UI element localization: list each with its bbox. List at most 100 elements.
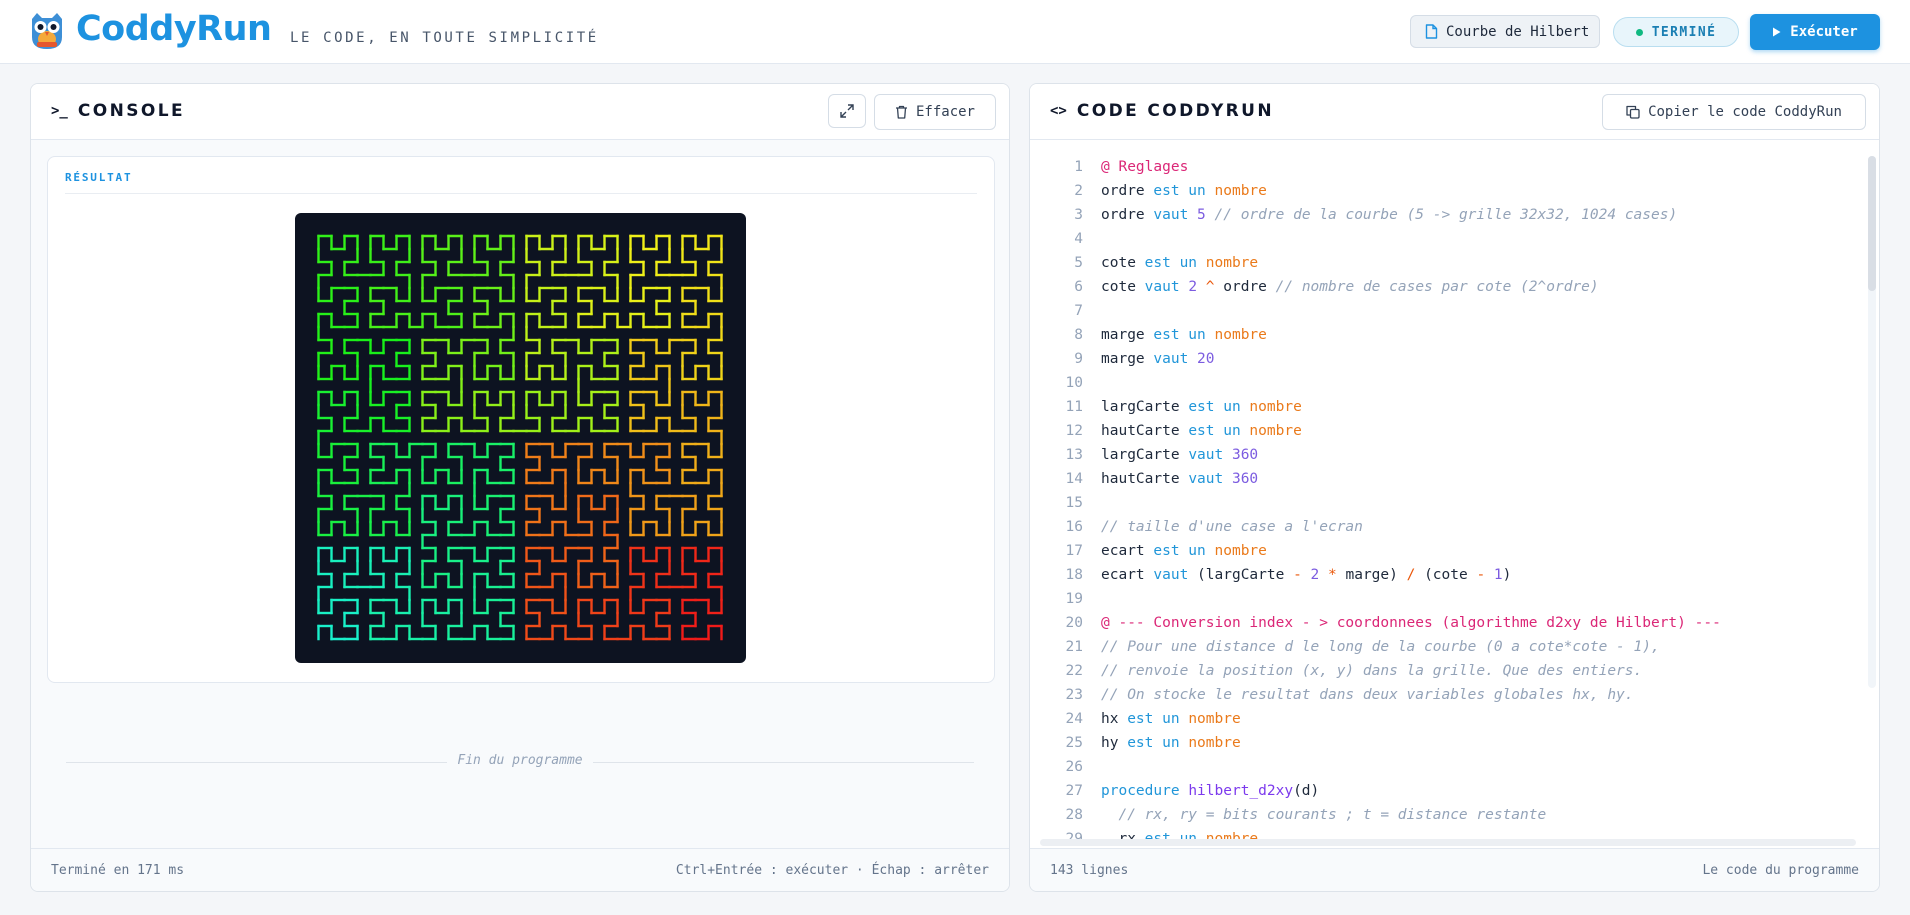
code-horizontal-scrollbar[interactable]	[1040, 839, 1856, 846]
code-token: (largCarte	[1197, 567, 1294, 583]
code-token: vaut	[1153, 207, 1198, 223]
line-text: // taille d'une case a l'ecran	[1101, 515, 1363, 539]
code-token: @ Reglages	[1101, 159, 1189, 175]
code-footer-caption: Le code du programme	[1702, 863, 1859, 878]
line-number: 7	[1074, 303, 1083, 319]
code-token: nombre	[1188, 735, 1241, 751]
result-label: RÉSULTAT	[65, 171, 133, 184]
line-number: 9	[1074, 351, 1083, 367]
line-number: 10	[1065, 375, 1083, 391]
code-token: vaut	[1153, 567, 1198, 583]
terminal-icon: >_	[51, 103, 68, 119]
code-line: 17 ecart est un nombre	[1030, 539, 1879, 563]
run-button[interactable]: Exécuter	[1750, 14, 1880, 50]
code-scroll-thumb[interactable]	[1868, 156, 1876, 291]
code-token: vaut	[1144, 279, 1189, 295]
line-number: 22	[1065, 663, 1083, 679]
line-text: ordre est un nombre	[1101, 179, 1267, 203]
current-file-chip[interactable]: Courbe de Hilbert	[1410, 15, 1600, 48]
execution-time: Terminé en 171 ms	[51, 863, 185, 878]
play-icon	[1773, 27, 1781, 37]
code-line: 27 procedure hilbert_d2xy(d)	[1030, 779, 1879, 803]
code-line: 11 largCarte est un nombre	[1030, 395, 1879, 419]
code-token: // ordre de la courbe (5 -> grille 32x32…	[1214, 207, 1678, 223]
line-number: 2	[1074, 183, 1083, 199]
line-text: hautCarte vaut 360	[1101, 467, 1258, 491]
code-token: est un	[1188, 423, 1250, 439]
line-text: // renvoie la position (x, y) dans la gr…	[1101, 659, 1642, 683]
clear-console-button[interactable]: Effacer	[874, 94, 996, 130]
expand-icon	[840, 104, 854, 118]
line-number: 24	[1065, 711, 1083, 727]
code-line: 22 // renvoie la position (x, y) dans la …	[1030, 659, 1879, 683]
line-number: 19	[1065, 591, 1083, 607]
code-token: // taille d'une case a l'ecran	[1101, 519, 1363, 535]
code-token: cote	[1101, 255, 1145, 271]
code-line: 10	[1030, 371, 1879, 395]
line-text: procedure hilbert_d2xy(d)	[1101, 779, 1319, 803]
line-text: hx est un nombre	[1101, 707, 1241, 731]
keyboard-shortcuts-hint: Ctrl+Entrée : exécuter · Échap : arrêter	[675, 863, 989, 878]
code-token: 2	[1310, 567, 1329, 583]
clear-button-label: Effacer	[915, 104, 975, 120]
code-line: 25 hy est un nombre	[1030, 731, 1879, 755]
code-token: 5	[1197, 207, 1215, 223]
code-token: (d)	[1293, 783, 1320, 799]
line-number: 3	[1074, 207, 1083, 223]
line-number: 13	[1065, 447, 1083, 463]
line-number: 25	[1065, 735, 1083, 751]
code-line: 16 // taille d'une case a l'ecran	[1030, 515, 1879, 539]
code-token: ordre	[1223, 279, 1276, 295]
hilbert-curve-drawing	[317, 234, 723, 641]
code-token: vaut	[1188, 447, 1232, 463]
line-number: 16	[1065, 519, 1083, 535]
console-title-group: >_ CONSOLE	[51, 101, 185, 121]
copy-code-button[interactable]: Copier le code CoddyRun	[1602, 94, 1866, 130]
code-token: marge)	[1345, 567, 1407, 583]
line-count: 143 lignes	[1050, 863, 1129, 878]
line-number: 5	[1074, 255, 1083, 271]
code-token: est un	[1153, 183, 1215, 199]
code-line: 21 // Pour une distance d le long de la c…	[1030, 635, 1879, 659]
code-token: marge	[1101, 351, 1154, 367]
code-token: 20	[1197, 351, 1215, 367]
code-vertical-scrollbar[interactable]	[1868, 156, 1876, 688]
code-token: est un	[1127, 711, 1189, 727]
code-line: 14 hautCarte vaut 360	[1030, 467, 1879, 491]
code-brackets-icon: <>	[1050, 103, 1067, 119]
code-token: vaut	[1153, 351, 1198, 367]
line-number: 4	[1074, 231, 1083, 247]
code-editor[interactable]: 1 @ Reglages 2 ordre est un nombre 3 ordre va…	[1030, 140, 1879, 848]
expand-console-button[interactable]	[828, 94, 866, 128]
code-title-group: <> CODE CODDYRUN	[1050, 101, 1274, 121]
code-token: // On stocke le resultat dans deux varia…	[1101, 687, 1634, 703]
code-token: largCarte	[1101, 447, 1189, 463]
code-token: est un	[1188, 399, 1250, 415]
line-text: // On stocke le resultat dans deux varia…	[1101, 683, 1634, 707]
code-title: CODE CODDYRUN	[1076, 101, 1274, 121]
code-footer: 143 lignes Le code du programme	[1030, 848, 1879, 891]
code-token: est un	[1153, 543, 1215, 559]
current-file-name: Courbe de Hilbert	[1446, 23, 1590, 40]
line-text: // Pour une distance d le long de la cou…	[1101, 635, 1660, 659]
code-token: nombre	[1214, 543, 1267, 559]
line-number: 14	[1065, 471, 1083, 487]
line-text: hy est un nombre	[1101, 731, 1241, 755]
code-token: // nombre de cases par cote (2^ordre)	[1275, 279, 1599, 295]
code-header: <> CODE CODDYRUN Copier le code CoddyRun	[1030, 84, 1879, 140]
code-token: ^	[1205, 279, 1224, 295]
result-divider	[65, 193, 977, 194]
code-token: ecart	[1101, 567, 1154, 583]
code-line: 19	[1030, 587, 1879, 611]
owl-logo-icon	[32, 13, 62, 49]
console-output: RÉSULTAT Fin du programme	[31, 140, 1009, 848]
code-line: 26	[1030, 755, 1879, 779]
line-number: 28	[1065, 807, 1083, 823]
code-token: // renvoie la position (x, y) dans la gr…	[1101, 663, 1643, 679]
code-token: (cote	[1424, 567, 1477, 583]
code-token: 360	[1231, 447, 1259, 463]
code-line: 15	[1030, 491, 1879, 515]
code-token: 1	[1493, 567, 1503, 583]
console-header: >_ CONSOLE Effacer	[31, 84, 1009, 140]
end-of-program-row: Fin du programme	[31, 753, 1009, 768]
